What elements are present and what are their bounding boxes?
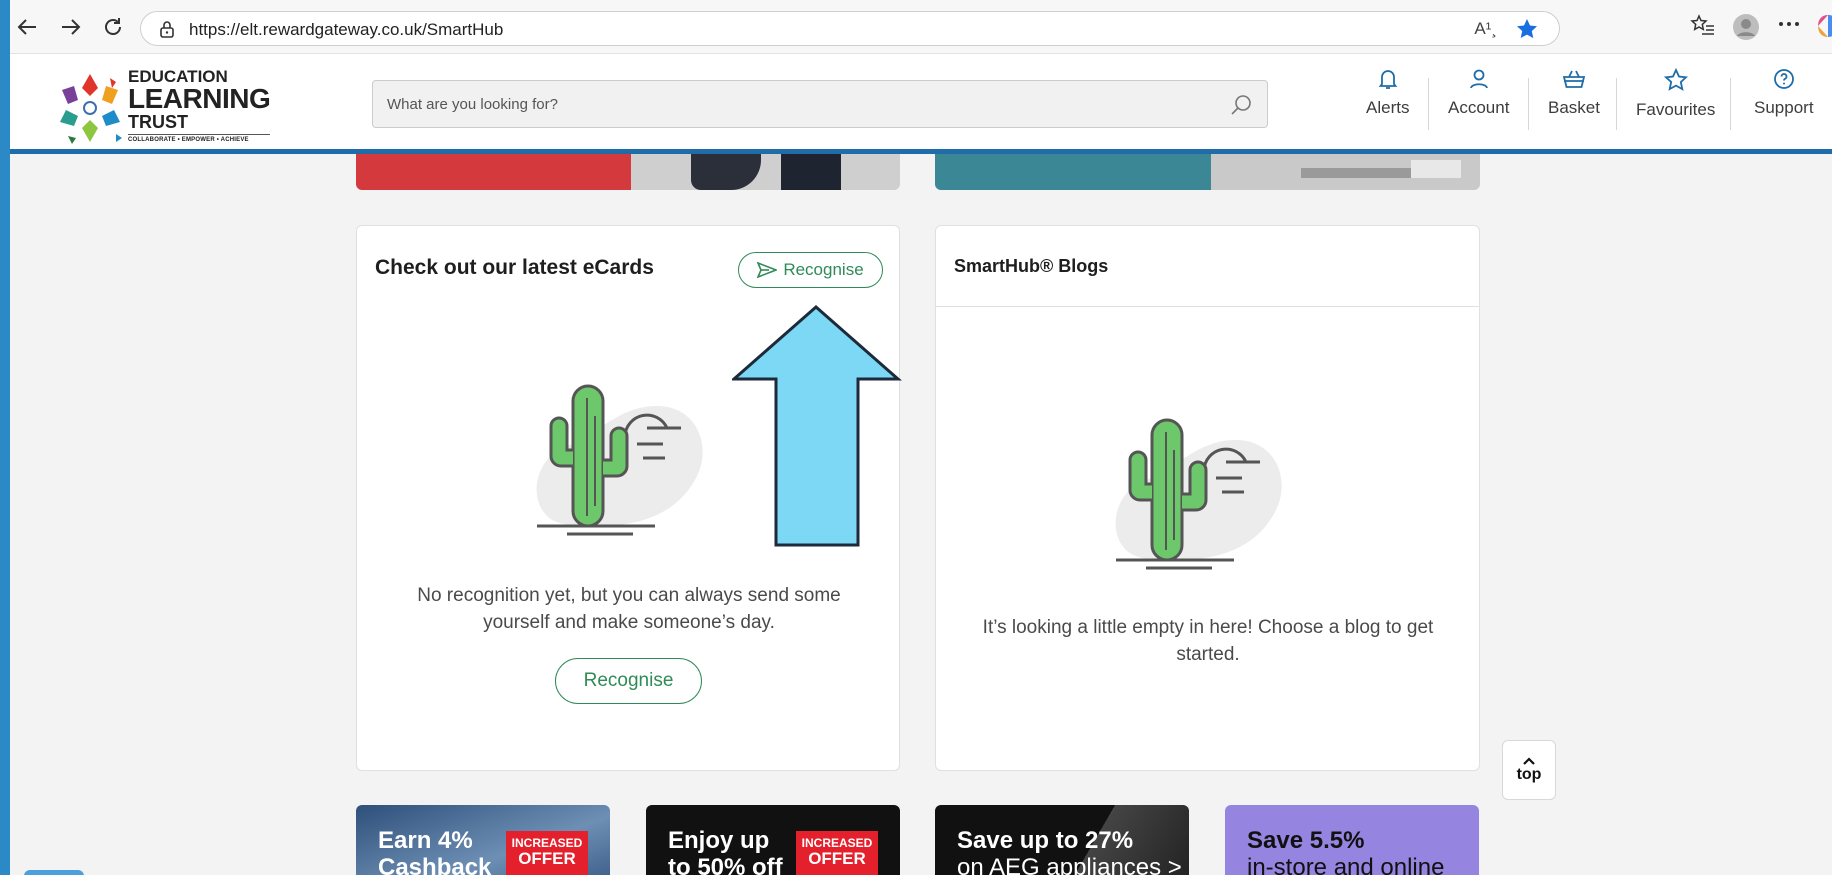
copilot-icon[interactable] bbox=[1818, 13, 1832, 39]
logo-tagline: COLLABORATE • EMPOWER • ACHIEVE bbox=[128, 134, 271, 143]
recognise-header-label: Recognise bbox=[783, 260, 864, 279]
site-header: EDUCATION LEARNING TRUST COLLABORATE • E… bbox=[10, 54, 1832, 154]
promo-text: Earn 4% Cashback bbox=[378, 827, 492, 875]
browser-toolbar: https://elt.rewardgateway.co.uk/SmartHub… bbox=[10, 0, 1832, 54]
search-icon[interactable] bbox=[1229, 93, 1253, 117]
logo-line-2: LEARNING bbox=[128, 83, 271, 114]
recognise-button-label: Recognise bbox=[583, 670, 674, 691]
nav-divider bbox=[1528, 78, 1529, 130]
nav-favourites-label: Favourites bbox=[1636, 100, 1716, 119]
back-button[interactable] bbox=[12, 12, 42, 42]
star-icon bbox=[1663, 68, 1688, 91]
promo-tile-savings[interactable]: Save 5.5% in-store and online bbox=[1225, 805, 1479, 875]
nav-favourites[interactable]: Favourites bbox=[1636, 68, 1715, 120]
url-text[interactable]: https://elt.rewardgateway.co.uk/SmartHub bbox=[189, 20, 503, 40]
corner-widget[interactable] bbox=[24, 870, 84, 875]
blogs-card: SmartHub® Blogs It’s looking a little em… bbox=[935, 225, 1480, 771]
read-aloud-icon[interactable]: A¹¸ bbox=[1474, 19, 1497, 39]
nav-basket-label: Basket bbox=[1548, 98, 1600, 117]
banner-left[interactable] bbox=[356, 154, 900, 190]
nav-support-label: Support bbox=[1754, 98, 1814, 117]
logo-star-icon bbox=[60, 74, 122, 144]
nav-account-label: Account bbox=[1448, 98, 1510, 117]
blogs-empty-message: It’s looking a little empty in here! Cho… bbox=[982, 617, 1434, 665]
banner-right-photo bbox=[1211, 154, 1480, 190]
increased-offer-badge: INCREASED OFFER bbox=[796, 831, 878, 875]
nav-account[interactable]: Account bbox=[1448, 68, 1509, 118]
nav-divider bbox=[1428, 78, 1429, 130]
promo-tile-cashback[interactable]: Earn 4% Cashback INCREASED OFFER bbox=[356, 805, 610, 875]
nav-alerts-label: Alerts bbox=[1366, 98, 1410, 117]
nav-basket[interactable]: Basket bbox=[1548, 68, 1600, 118]
nav-support[interactable]: Support bbox=[1754, 68, 1814, 118]
promo-text: Save 5.5% in-store and online bbox=[1247, 827, 1445, 875]
basket-icon bbox=[1562, 70, 1586, 88]
promo-text: Enjoy up to 50% off bbox=[668, 827, 783, 875]
recognise-header-button[interactable]: Recognise bbox=[738, 252, 883, 288]
refresh-icon bbox=[105, 18, 121, 35]
promo-tile-discount[interactable]: Enjoy up to 50% off INCREASED OFFER bbox=[646, 805, 900, 875]
search-box[interactable] bbox=[372, 80, 1268, 128]
favorites-list-icon[interactable] bbox=[1690, 13, 1716, 39]
chevron-up-icon bbox=[1523, 757, 1535, 765]
banner-right-teal bbox=[935, 154, 1211, 190]
blogs-header-divider bbox=[936, 306, 1479, 307]
lock-icon bbox=[160, 21, 174, 38]
nav-alerts[interactable]: Alerts bbox=[1366, 68, 1409, 118]
send-icon bbox=[757, 262, 778, 278]
nav-divider bbox=[1730, 78, 1731, 130]
browser-viewport: https://elt.rewardgateway.co.uk/SmartHub… bbox=[10, 0, 1832, 875]
blogs-title: SmartHub® Blogs bbox=[954, 256, 1109, 276]
help-circle-icon bbox=[1773, 69, 1794, 89]
nav-divider bbox=[1616, 78, 1617, 130]
profile-avatar-icon[interactable] bbox=[1732, 13, 1760, 41]
back-to-top-button[interactable]: top bbox=[1502, 740, 1556, 800]
logo-wordmark: EDUCATION LEARNING TRUST COLLABORATE • E… bbox=[128, 68, 271, 143]
refresh-button[interactable] bbox=[98, 12, 128, 42]
banner-right[interactable] bbox=[935, 154, 1480, 190]
banner-left-red bbox=[356, 154, 631, 190]
cactus-illustration-icon bbox=[536, 384, 703, 536]
increased-offer-badge: INCREASED OFFER bbox=[506, 831, 588, 875]
promo-text: Save up to 27% on AEG appliances > bbox=[957, 827, 1182, 875]
logo-line-3: TRUST bbox=[128, 112, 188, 132]
search-input[interactable] bbox=[373, 81, 1267, 127]
more-options-icon[interactable] bbox=[1778, 20, 1800, 28]
forward-button[interactable] bbox=[56, 12, 86, 42]
arrow-left-icon bbox=[17, 19, 36, 35]
back-to-top-label: top bbox=[1516, 766, 1542, 783]
cactus-illustration-icon bbox=[1115, 418, 1282, 570]
bell-icon bbox=[1378, 70, 1398, 89]
education-learning-trust-logo[interactable]: EDUCATION LEARNING TRUST COLLABORATE • E… bbox=[54, 64, 271, 148]
address-bar[interactable]: https://elt.rewardgateway.co.uk/SmartHub… bbox=[140, 11, 1560, 46]
promo-tile-aeg[interactable]: Save up to 27% on AEG appliances > bbox=[935, 805, 1189, 875]
arrow-right-icon bbox=[62, 19, 81, 35]
annotation-up-arrow-icon bbox=[732, 305, 902, 547]
recognise-button[interactable]: Recognise bbox=[555, 658, 702, 704]
banner-left-photo bbox=[631, 154, 900, 190]
ecards-empty-message: No recognition yet, but you can always s… bbox=[417, 585, 841, 633]
ecards-title: Check out our latest eCards bbox=[375, 256, 654, 279]
favorite-star-icon[interactable] bbox=[1515, 17, 1539, 41]
user-icon bbox=[1469, 69, 1488, 89]
